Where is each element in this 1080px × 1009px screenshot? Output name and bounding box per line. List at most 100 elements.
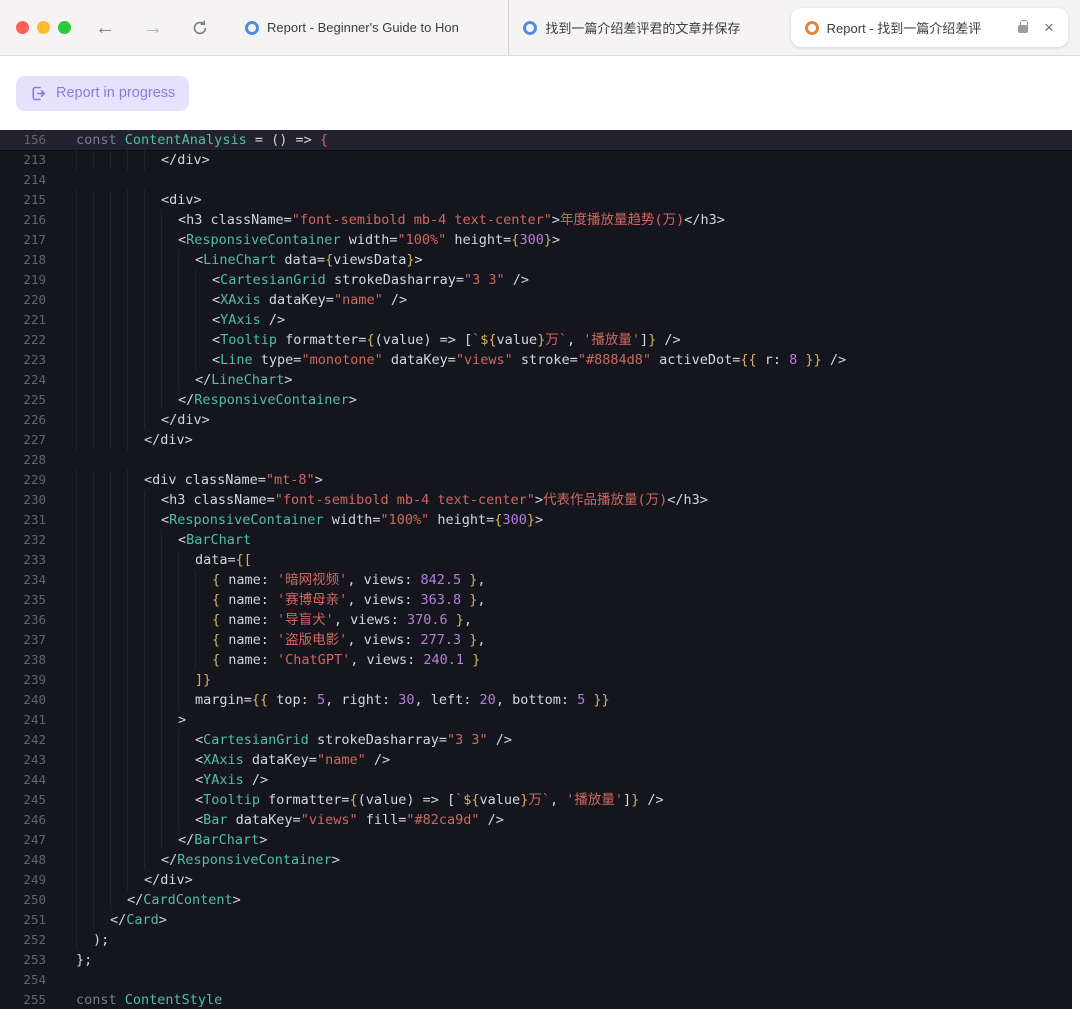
code-token: value — [497, 330, 538, 350]
line-number: 217 — [0, 230, 56, 250]
indent-guide — [76, 530, 93, 550]
line-number: 156 — [0, 130, 56, 150]
indent-guide — [178, 690, 195, 710]
code-token: }; — [76, 950, 92, 970]
code-token: { — [212, 570, 220, 590]
lock-icon — [1018, 25, 1028, 33]
indent-guide — [161, 390, 178, 410]
code-line: 217<ResponsiveContainer width="100%" hei… — [0, 230, 1072, 250]
indent-guide — [93, 870, 110, 890]
code-line: 252); — [0, 930, 1072, 950]
indent-guide — [110, 890, 127, 910]
line-number: 230 — [0, 490, 56, 510]
code-token: </ — [127, 890, 143, 910]
indent-guide — [93, 190, 110, 210]
code-token: strokeDasharray= — [326, 270, 464, 290]
tab-title: Report - Beginner's Guide to Hon — [267, 20, 494, 35]
code-token: > — [552, 210, 560, 230]
code-token: > — [552, 230, 560, 250]
indent-guide — [161, 730, 178, 750]
code-token: stroke= — [513, 350, 578, 370]
indent-guide — [110, 270, 127, 290]
code-token: {[ — [236, 550, 252, 570]
code-token: } — [544, 230, 552, 250]
code-content: <h3 className="font-semibold mb-4 text-c… — [56, 210, 725, 230]
code-token: , views: — [347, 630, 420, 650]
code-line: 229<div className="mt-8"> — [0, 470, 1072, 490]
code-token: ResponsiveContainer — [177, 850, 331, 870]
code-token: , views: — [334, 610, 407, 630]
code-token: > — [535, 490, 543, 510]
tab-find-article[interactable]: 找到一篇介绍差评君的文章并保存 — [508, 0, 786, 55]
indent-guide — [127, 330, 144, 350]
indent-guide — [110, 630, 127, 650]
maximize-window-button[interactable] — [58, 21, 71, 34]
code-line: 213</div> — [0, 150, 1072, 170]
code-token: 20 — [480, 690, 496, 710]
back-button[interactable]: ← — [95, 18, 115, 38]
indent-guide — [76, 810, 93, 830]
code-line: 248</ResponsiveContainer> — [0, 850, 1072, 870]
code-token: > — [178, 710, 186, 730]
code-token: 842.5 — [420, 570, 461, 590]
indent-guide — [110, 310, 127, 330]
indent-guide — [144, 850, 161, 870]
indent-guide — [127, 190, 144, 210]
code-content: margin={{ top: 5, right: 30, left: 20, b… — [56, 690, 610, 710]
code-content: }; — [56, 950, 92, 970]
line-number: 227 — [0, 430, 56, 450]
code-token: dataKey= — [383, 350, 456, 370]
code-token: < — [195, 730, 203, 750]
indent-guide — [161, 590, 178, 610]
forward-button[interactable]: → — [143, 18, 163, 38]
code-line: 218<LineChart data={viewsData}> — [0, 250, 1072, 270]
indent-guide — [76, 150, 93, 170]
indent-guide — [110, 250, 127, 270]
code-token: (value) => [ — [375, 330, 473, 350]
indent-guide — [110, 750, 127, 770]
line-number: 238 — [0, 650, 56, 670]
indent-guide — [93, 270, 110, 290]
code-content: const ContentAnalysis = () => { — [56, 130, 328, 150]
code-token: name: — [220, 570, 277, 590]
code-token: } — [461, 590, 477, 610]
indent-guide — [110, 350, 127, 370]
code-token: '导盲犬' — [277, 610, 334, 630]
code-token: data= — [195, 550, 236, 570]
code-editor[interactable]: 156const ContentAnalysis = () => {213</d… — [0, 130, 1072, 1009]
close-window-button[interactable] — [16, 21, 29, 34]
code-token: r: — [757, 350, 790, 370]
indent-guide — [178, 770, 195, 790]
tab-report-guide[interactable]: Report - Beginner's Guide to Hon — [231, 0, 508, 55]
indent-guide — [76, 630, 93, 650]
indent-guide — [127, 470, 144, 490]
reload-button[interactable] — [191, 19, 209, 37]
close-tab-button[interactable]: × — [1044, 19, 1054, 36]
code-token: 277.3 — [420, 630, 461, 650]
code-content: <Tooltip formatter={(value) => [`${value… — [56, 790, 664, 810]
code-line: 214 — [0, 170, 1072, 190]
code-token: > — [233, 890, 241, 910]
code-token: "3 3" — [464, 270, 505, 290]
indent-guide — [127, 290, 144, 310]
line-number: 248 — [0, 850, 56, 870]
code-token: 240.1 — [423, 650, 464, 670]
tab-report-active[interactable]: Report - 找到一篇介绍差评 × — [791, 8, 1068, 47]
report-progress-badge[interactable]: Report in progress — [16, 76, 189, 111]
code-token: > — [159, 910, 167, 930]
code-token: formatter= — [277, 330, 366, 350]
code-token: BarChart — [186, 530, 251, 550]
code-line: 249</div> — [0, 870, 1072, 890]
indent-guide — [127, 750, 144, 770]
code-token: 5 — [317, 690, 325, 710]
code-token: }} — [797, 350, 821, 370]
indent-guide — [144, 770, 161, 790]
minimize-window-button[interactable] — [37, 21, 50, 34]
indent-guide — [161, 670, 178, 690]
code-token: > — [315, 470, 323, 490]
indent-guide — [76, 310, 93, 330]
code-token: '赛博母亲' — [277, 590, 347, 610]
code-token: { — [349, 790, 357, 810]
line-number: 247 — [0, 830, 56, 850]
indent-guide — [76, 670, 93, 690]
